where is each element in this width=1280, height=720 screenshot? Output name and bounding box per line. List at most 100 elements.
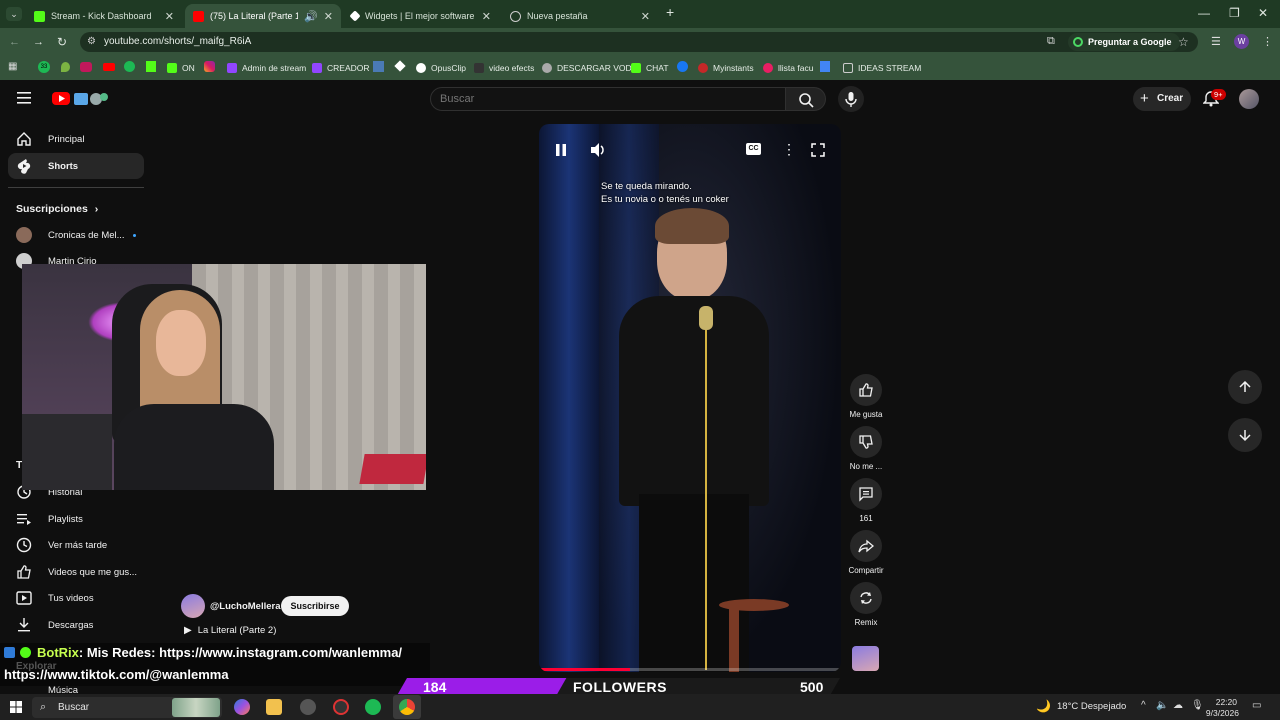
profile-avatar[interactable]: W [1234, 34, 1249, 49]
cloud-tray-icon[interactable]: ☁ [1173, 700, 1183, 711]
bookmark-maps-icon[interactable] [61, 62, 70, 72]
captions-icon[interactable]: CC [746, 143, 761, 155]
bookmark-ideas-stream[interactable]: IDEAS STREAM [843, 61, 921, 75]
bookmark-image-icon[interactable] [373, 61, 384, 72]
bookmark-admin-stream[interactable]: Admin de stream [227, 61, 306, 75]
remix-action[interactable]: Remix [848, 582, 884, 627]
account-avatar[interactable] [1239, 89, 1259, 109]
share-button[interactable] [850, 530, 882, 562]
bookmark-chat[interactable]: CHAT [631, 61, 669, 75]
comments-button[interactable] [850, 478, 882, 510]
sound-tray-icon[interactable]: 🔈 [1156, 700, 1168, 711]
url-text[interactable]: youtube.com/shorts/_maifg_R6iA [104, 36, 251, 47]
channel-avatar[interactable] [181, 594, 205, 618]
bookmark-descargar-vod[interactable]: DESCARGAR VOD [542, 61, 632, 75]
bookmark-creador[interactable]: CREADOR [312, 61, 370, 75]
remix-button[interactable] [850, 582, 882, 614]
share-action[interactable]: Compartir [848, 530, 884, 575]
search-button[interactable] [786, 87, 826, 111]
bookmark-docs-icon[interactable] [820, 61, 830, 72]
close-tab-icon[interactable]: ✕ [482, 10, 491, 23]
bookmark-kick-icon[interactable] [146, 61, 156, 72]
like-action[interactable]: Me gusta [848, 374, 884, 419]
forward-arrow-icon[interactable]: → [33, 36, 44, 48]
copilot-icon[interactable] [234, 699, 250, 715]
restore-icon[interactable]: ❐ [1229, 6, 1240, 20]
dislike-button[interactable] [850, 426, 882, 458]
minimize-icon[interactable]: — [1198, 6, 1210, 20]
tab-new-tab[interactable]: Nueva pestaña ✕ [502, 4, 658, 28]
back-arrow-icon[interactable]: ← [9, 36, 20, 48]
file-explorer-icon[interactable] [266, 699, 282, 715]
close-window-icon[interactable]: ✕ [1258, 6, 1268, 20]
new-tab-button[interactable]: + [666, 4, 674, 20]
spotify-icon[interactable] [365, 699, 381, 715]
youtube-logo-icon[interactable] [52, 91, 110, 107]
tab-youtube-short[interactable]: (75) La Literal (Parte 1) - You 🔊 ✕ [185, 4, 341, 28]
chevron-up-icon[interactable]: ^ [1141, 700, 1146, 711]
dislike-action[interactable]: No me ... [848, 426, 884, 471]
more-options-icon[interactable]: ⋮ [782, 141, 796, 158]
windows-start-icon[interactable] [10, 701, 22, 713]
app-icon[interactable] [300, 699, 316, 715]
bookmark-badge-icon[interactable]: 33 [38, 61, 50, 73]
speaker-icon[interactable]: 🔊 [304, 10, 318, 23]
subscribe-button[interactable]: Suscribirse [281, 596, 349, 616]
voice-search-button[interactable] [838, 86, 864, 112]
progress-track[interactable] [539, 668, 841, 671]
bookmark-instagram-icon[interactable] [204, 61, 215, 72]
playlist-link[interactable]: ▶ La Literal (Parte 2) [184, 625, 276, 636]
subscriptions-heading[interactable]: Suscripciones › [16, 203, 98, 215]
tab-search-button[interactable]: ⌄ [6, 7, 22, 21]
previous-short-button[interactable] [1228, 370, 1262, 404]
chrome-menu-icon[interactable]: ⋮ [1262, 35, 1273, 48]
bookmark-facebook-icon[interactable] [677, 61, 688, 72]
tab-widgets[interactable]: Widgets | El mejor software pa ✕ [343, 4, 499, 28]
sidebar-item-home[interactable]: Principal [8, 126, 144, 152]
shorts-video-player[interactable] [539, 124, 841, 672]
close-tab-icon[interactable]: ✕ [324, 10, 333, 23]
search-input[interactable] [440, 88, 770, 110]
bookmark-opusclip[interactable]: OpusClip [416, 61, 466, 75]
pause-button[interactable] [553, 142, 569, 158]
volume-button[interactable] [589, 142, 607, 158]
sidebar-item-playlists[interactable]: Playlists [8, 506, 144, 532]
bookmark-video-efects[interactable]: video efects [474, 61, 534, 75]
next-short-button[interactable] [1228, 418, 1262, 452]
fullscreen-button[interactable] [810, 142, 826, 158]
like-button[interactable] [850, 374, 882, 406]
reading-list-icon[interactable]: ☰ [1211, 35, 1221, 48]
sidebar-item-shorts[interactable]: Shorts [8, 153, 144, 179]
sidebar-item-your-videos[interactable]: Tus videos [8, 585, 144, 611]
bookmark-myinstants[interactable]: Myinstants [698, 61, 754, 75]
close-tab-icon[interactable]: ✕ [641, 10, 650, 23]
sidebar-item-downloads[interactable]: Descargas [8, 612, 144, 638]
reload-icon[interactable]: ↻ [57, 35, 67, 49]
bookmark-on[interactable]: ON [167, 61, 195, 75]
weather-text[interactable]: 18°C Despejado [1057, 701, 1126, 712]
bookmark-media-icon[interactable] [80, 62, 92, 72]
site-info-icon[interactable]: ⚙ [87, 36, 96, 47]
comments-action[interactable]: 161 [848, 478, 884, 523]
bookmark-spotify-icon[interactable] [124, 61, 135, 72]
close-tab-icon[interactable]: ✕ [165, 10, 174, 23]
chrome-icon[interactable] [399, 699, 415, 715]
ask-google-button[interactable]: Preguntar a Google [1068, 33, 1180, 51]
bookmark-llista-facu[interactable]: llista facu [763, 61, 813, 75]
clock-time[interactable]: 22:20 [1211, 697, 1237, 707]
obs-icon[interactable] [333, 699, 349, 715]
sidebar-item-liked-videos[interactable]: Videos que me gus... [8, 559, 144, 585]
install-app-icon[interactable]: ⧉ [1047, 35, 1055, 48]
notification-center-icon[interactable]: ▭ [1252, 700, 1261, 711]
channel-handle[interactable]: @LuchoMellera [210, 601, 281, 612]
apps-grid-icon[interactable]: ▦ [8, 61, 17, 72]
sidebar-sub-cronicas[interactable]: Cronicas de Mel... [8, 222, 144, 248]
clock-date[interactable]: 9/3/2026 [1203, 708, 1239, 718]
microphone-tray-icon[interactable]: 🎙 [1191, 700, 1204, 711]
tab-kick-dashboard[interactable]: Stream - Kick Dashboard ✕ [26, 4, 182, 28]
sound-thumbnail[interactable] [852, 646, 879, 671]
hamburger-menu-icon[interactable] [17, 92, 31, 104]
sidebar-item-watch-later[interactable]: Ver más tarde [8, 532, 144, 558]
bookmark-star-icon[interactable]: ☆ [1178, 35, 1189, 49]
bookmark-youtube-icon[interactable] [103, 63, 115, 71]
